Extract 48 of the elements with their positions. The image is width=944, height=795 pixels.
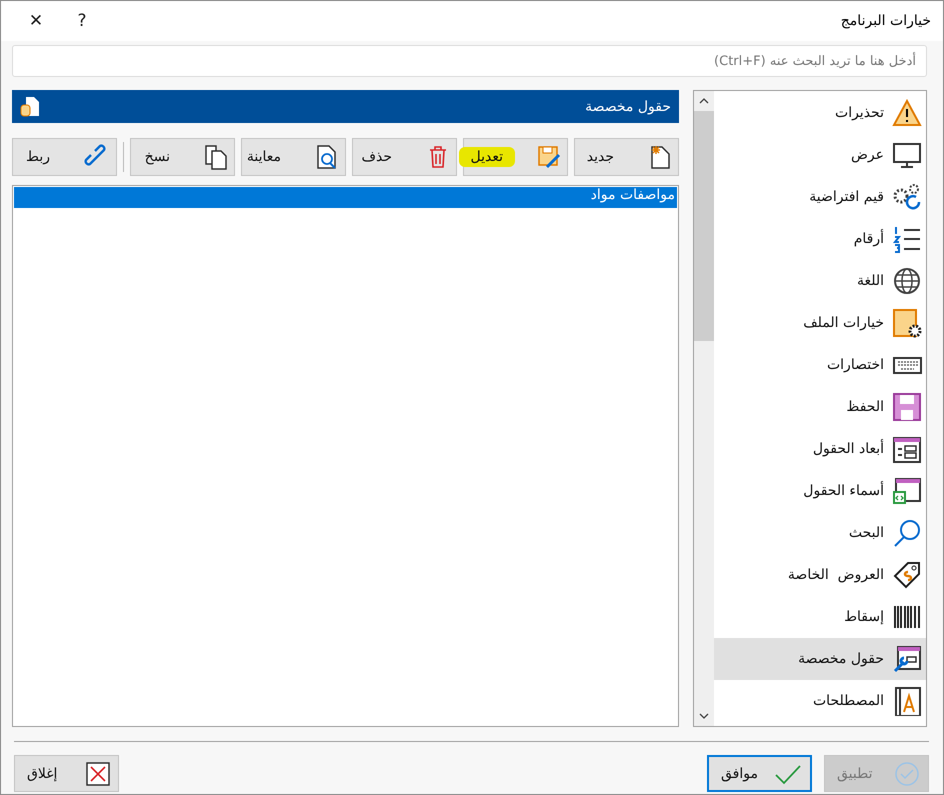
sidebar-item[interactable]: العروض الخاصة [714, 554, 926, 596]
database-file-icon [20, 96, 40, 118]
window-title: خيارات البرنامج [840, 13, 931, 29]
sidebar-item[interactable]: الحفظ [714, 386, 926, 428]
sidebar-item[interactable]: أرقام [714, 218, 926, 260]
glossary-icon [892, 686, 922, 716]
sidebar-item[interactable]: اللغة [714, 260, 926, 302]
close-button[interactable]: ✕ [13, 2, 59, 40]
help-button[interactable]: ? [59, 2, 105, 40]
sidebar-item[interactable]: أسماء الحقول [714, 470, 926, 512]
toolbar-button[interactable]: جديد [574, 138, 679, 176]
disk-pencil-icon [537, 144, 561, 170]
form-wrench-icon [892, 644, 922, 674]
warning-icon [892, 98, 922, 128]
toolbar-button[interactable]: حذف [352, 138, 457, 176]
list-item[interactable]: مواصفات مواد [14, 187, 677, 208]
sidebar-item[interactable]: خيارات الملف [714, 302, 926, 344]
toolbar-button[interactable]: معاينة [241, 138, 346, 176]
toolbar-button[interactable]: ربط [12, 138, 117, 176]
check-icon [774, 762, 802, 784]
sidebar-item[interactable]: حقول مخصصة [714, 638, 926, 680]
file-settings-icon [892, 308, 922, 338]
search-icon [892, 518, 922, 548]
toolbar-button[interactable]: نسخ [130, 138, 235, 176]
sidebar-item[interactable]: البحث [714, 512, 926, 554]
gears-refresh-icon [892, 182, 922, 212]
preview-icon [315, 144, 339, 170]
monitor-icon [892, 140, 922, 170]
globe-icon [892, 266, 922, 296]
panel-title: حقول مخصصة [585, 98, 671, 114]
form-code-icon [892, 476, 922, 506]
sidebar-item[interactable]: قيم افتراضية [714, 176, 926, 218]
numbered-list-icon [892, 224, 922, 254]
sidebar-item[interactable]: اختصارات [714, 344, 926, 386]
scrollbar[interactable] [694, 91, 714, 726]
sidebar-item[interactable]: عرض [714, 134, 926, 176]
search-field[interactable]: أدخل هنا ما تريد البحث عنه (Ctrl+F) [12, 45, 927, 77]
price-tag-icon [892, 560, 922, 590]
check-circle-icon [894, 760, 920, 786]
close-icon [86, 762, 110, 786]
dialog-button[interactable]: إغلاق [14, 755, 119, 792]
sidebar-item[interactable]: تحذيرات [714, 92, 926, 134]
dialog-button[interactable]: موافق [707, 755, 812, 792]
sidebar-item[interactable]: أبعاد الحقول [714, 428, 926, 470]
sidebar-item[interactable]: المصطلحات [714, 680, 926, 722]
sidebar-item[interactable]: إسقاط [714, 596, 926, 638]
copy-icon [204, 144, 228, 170]
form-fields-icon [892, 434, 922, 464]
